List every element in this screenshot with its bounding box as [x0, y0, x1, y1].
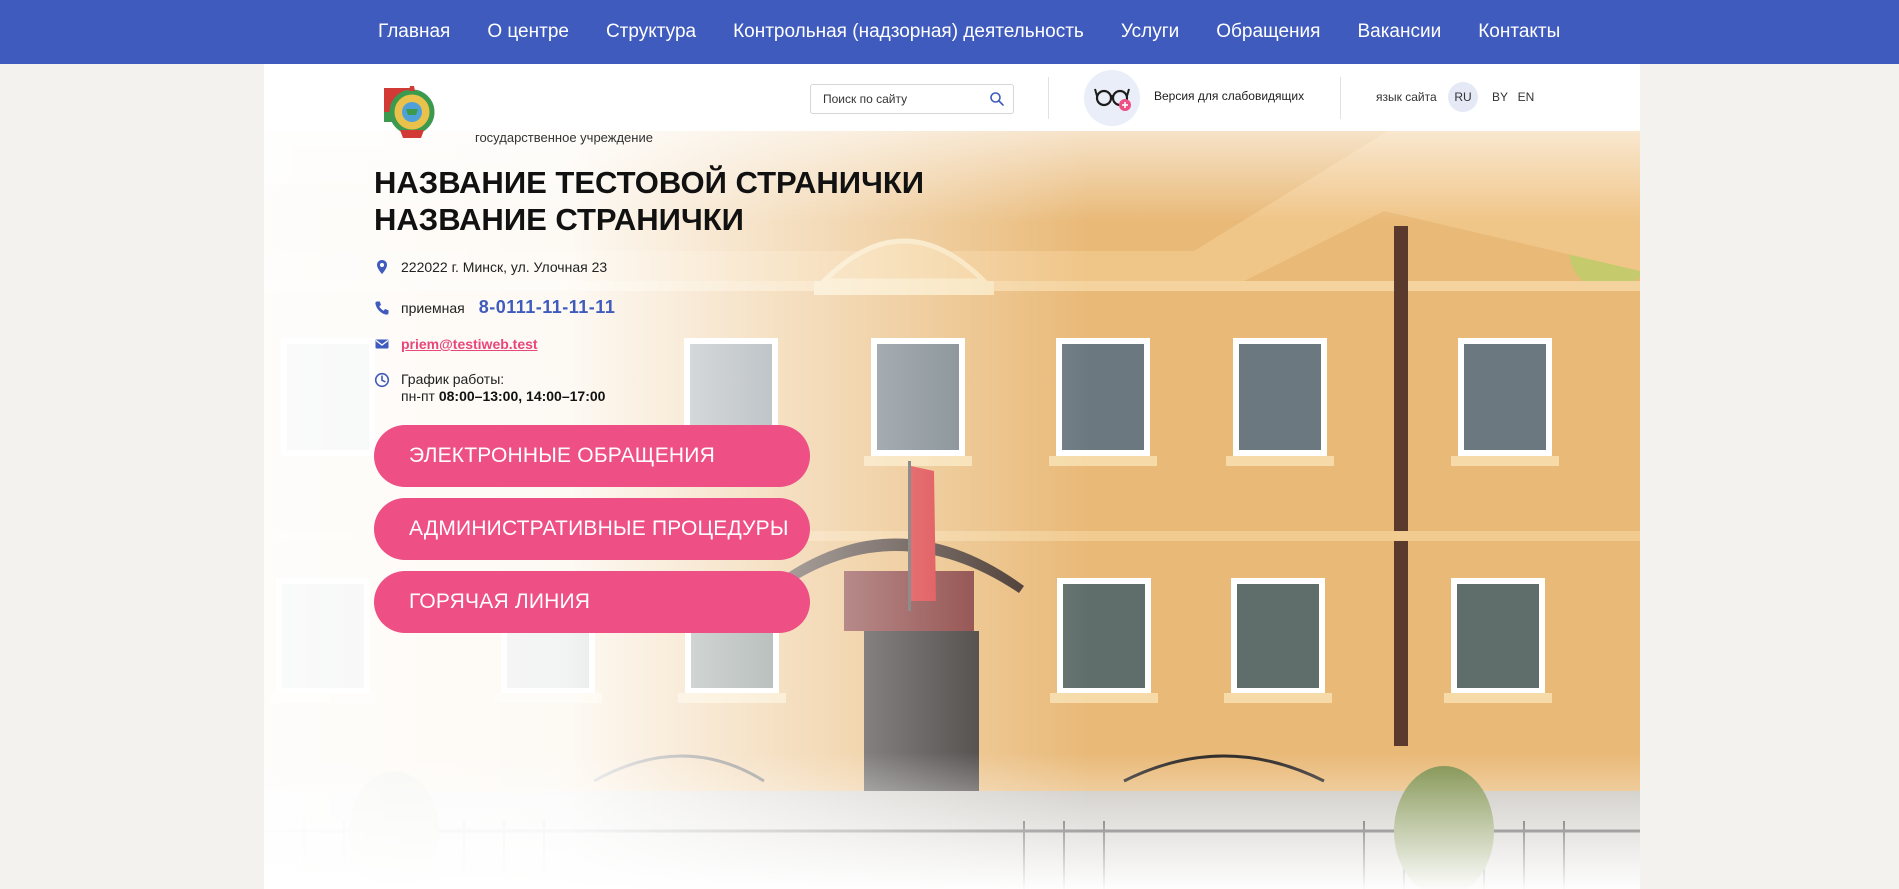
search-icon[interactable] [989, 91, 1005, 107]
electronic-appeals-button[interactable]: ЭЛЕКТРОННЫЕ ОБРАЩЕНИЯ [374, 425, 810, 487]
nav-item-services[interactable]: Услуги [1121, 21, 1179, 43]
header-divider [1048, 77, 1049, 119]
language-by[interactable]: BY [1489, 82, 1511, 112]
nav-item-vacancies[interactable]: Вакансии [1357, 21, 1441, 43]
page-container: государственное учреждение Версия для сл… [264, 64, 1640, 889]
email-row: priem@testiweb.test [374, 336, 538, 352]
schedule-days: пн-пт [401, 388, 435, 404]
nav-item-about[interactable]: О центре [487, 21, 569, 43]
page-title: НАЗВАНИЕ ТЕСТОВОЙ СТРАНИЧКИ НАЗВАНИЕ СТР… [374, 164, 924, 238]
administrative-procedures-button[interactable]: АДМИНИСТРАТИВНЫЕ ПРОЦЕДУРЫ [374, 498, 810, 560]
state-emblem-icon [378, 86, 435, 138]
site-search [810, 84, 1014, 114]
accessibility-button[interactable] [1084, 70, 1140, 126]
phone-number[interactable]: 8-0111-11-11-11 [479, 297, 616, 318]
schedule-row: График работы: пн-пт 08:00–13:00, 14:00–… [374, 371, 605, 405]
nav-menu: Главная О центре Структура Контрольная (… [378, 0, 1560, 64]
organization-type: государственное учреждение [475, 130, 653, 145]
schedule-label: График работы: [401, 371, 505, 387]
mail-icon [375, 339, 389, 349]
language-ru[interactable]: RU [1448, 82, 1478, 112]
schedule-hours: 08:00–13:00, 14:00–17:00 [438, 388, 606, 404]
location-pin-icon [377, 260, 387, 274]
schedule-text: График работы: пн-пт 08:00–13:00, 14:00–… [401, 371, 605, 405]
hotline-button[interactable]: ГОРЯЧАЯ ЛИНИЯ [374, 571, 810, 633]
top-navigation: Главная О центре Структура Контрольная (… [0, 0, 1899, 64]
page-title-line1: НАЗВАНИЕ ТЕСТОВОЙ СТРАНИЧКИ [374, 165, 925, 200]
email-link[interactable]: priem@testiweb.test [401, 336, 538, 352]
address-row: 222022 г. Минск, ул. Улочная 23 [374, 259, 607, 275]
header-divider [1340, 77, 1341, 119]
nav-item-structure[interactable]: Структура [606, 21, 696, 43]
phone-label: приемная [401, 299, 465, 316]
accessibility-label[interactable]: Версия для слабовидящих [1154, 89, 1304, 103]
page-title-line2: НАЗВАНИЕ СТРАНИЧКИ [374, 202, 744, 237]
search-input[interactable] [823, 91, 983, 107]
address-text: 222022 г. Минск, ул. Улочная 23 [401, 259, 608, 275]
nav-item-contacts[interactable]: Контакты [1478, 21, 1560, 43]
language-en[interactable]: EN [1515, 82, 1537, 112]
schedule-line: пн-пт 08:00–13:00, 14:00–17:00 [401, 388, 605, 405]
phone-icon [375, 301, 389, 315]
clock-icon [374, 372, 390, 388]
phone-row: приемная 8-0111-11-11-11 [374, 297, 615, 318]
nav-item-appeals[interactable]: Обращения [1216, 21, 1320, 43]
language-label: язык сайта [1376, 90, 1437, 104]
nav-item-supervision[interactable]: Контрольная (надзорная) деятельность [733, 21, 1084, 43]
nav-item-home[interactable]: Главная [378, 21, 450, 43]
glasses-icon [1094, 88, 1131, 111]
